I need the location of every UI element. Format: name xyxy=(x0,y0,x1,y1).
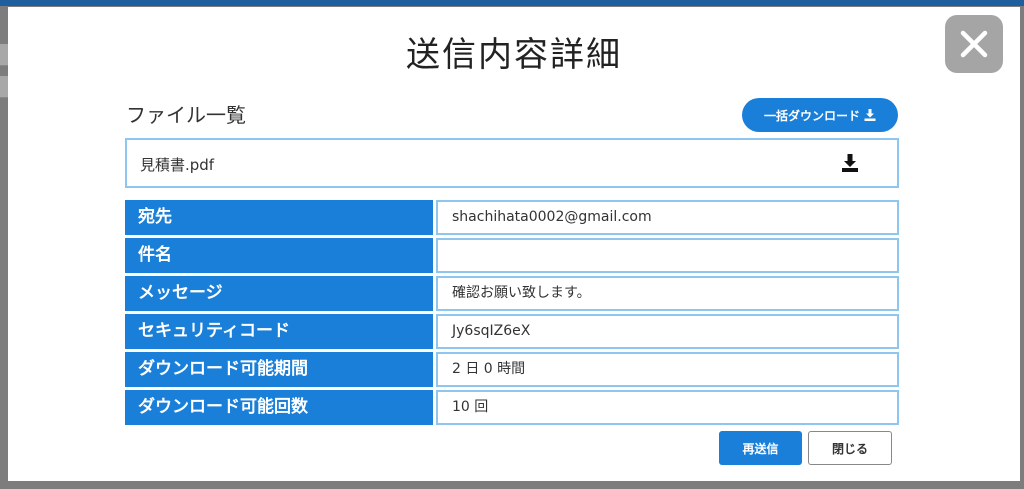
close-button[interactable]: 閉じる xyxy=(808,431,892,465)
detail-label: セキュリティコード xyxy=(125,314,433,349)
close-dialog-button[interactable] xyxy=(945,15,1003,73)
dialog-title: 送信内容詳細 xyxy=(406,35,622,75)
file-name: 見積書.pdf xyxy=(140,156,215,174)
detail-row-message: メッセージ 確認お願い致します。 xyxy=(125,276,899,314)
detail-value: 2 日 0 時間 xyxy=(436,352,899,387)
detail-value: Jy6sqIZ6eX xyxy=(436,314,899,349)
resend-button[interactable]: 再送信 xyxy=(719,431,802,465)
detail-value: 10 回 xyxy=(436,390,899,425)
detail-row-security-code: セキュリティコード Jy6sqIZ6eX xyxy=(125,314,899,352)
detail-label: 宛先 xyxy=(125,200,433,235)
detail-label: メッセージ xyxy=(125,276,433,311)
background-header-bar xyxy=(0,0,1024,6)
close-icon xyxy=(960,30,988,58)
detail-row-subject: 件名 xyxy=(125,238,899,276)
detail-value: 確認お願い致します。 xyxy=(436,276,899,311)
background-element xyxy=(0,44,8,66)
detail-row-recipient: 宛先 shachihata0002@gmail.com xyxy=(125,200,899,238)
download-icon[interactable] xyxy=(841,154,859,172)
details-table: 宛先 shachihata0002@gmail.com 件名 メッセージ 確認お… xyxy=(125,200,899,428)
detail-value: shachihata0002@gmail.com xyxy=(436,200,899,235)
file-list-heading: ファイル一覧 xyxy=(126,103,246,127)
download-icon xyxy=(864,109,876,121)
background-element xyxy=(0,76,8,98)
detail-row-download-count: ダウンロード可能回数 10 回 xyxy=(125,390,899,428)
file-list-item: 見積書.pdf xyxy=(125,138,899,188)
detail-label: ダウンロード可能期間 xyxy=(125,352,433,387)
detail-value xyxy=(436,238,899,273)
detail-label: ダウンロード可能回数 xyxy=(125,390,433,425)
bulk-download-label: 一括ダウンロード xyxy=(763,108,860,123)
bulk-download-button[interactable]: 一括ダウンロード xyxy=(742,98,898,132)
send-details-modal: 送信内容詳細 ファイル一覧 一括ダウンロード 見積書.pdf 宛先 shachi… xyxy=(8,7,1020,481)
detail-row-download-period: ダウンロード可能期間 2 日 0 時間 xyxy=(125,352,899,390)
detail-label: 件名 xyxy=(125,238,433,273)
